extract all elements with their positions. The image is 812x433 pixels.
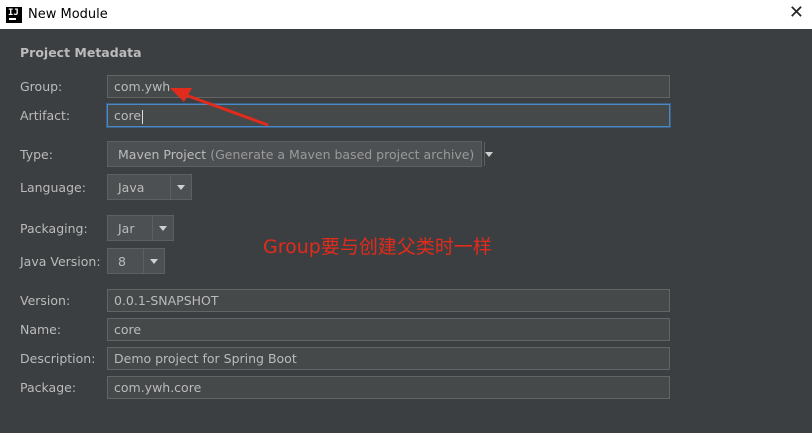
artifact-value: core xyxy=(114,108,142,123)
packaging-value: Jar xyxy=(118,220,135,236)
language-dropdown[interactable]: Java xyxy=(107,174,192,200)
annotation-note: Group要与创建父类时一样 xyxy=(263,236,492,258)
artifact-label: Artifact: xyxy=(20,108,71,123)
chevron-down-icon[interactable] xyxy=(170,175,191,199)
packaging-label: Packaging: xyxy=(20,221,88,236)
description-label: Description: xyxy=(20,351,96,366)
group-field[interactable]: com.ywh xyxy=(107,75,670,98)
type-label: Type: xyxy=(20,147,53,162)
close-icon[interactable]: ✕ xyxy=(789,2,804,24)
chevron-down-icon[interactable] xyxy=(484,142,493,166)
package-value: com.ywh.core xyxy=(114,380,202,395)
java-version-dropdown[interactable]: 8 xyxy=(107,248,165,274)
version-field[interactable]: 0.0.1-SNAPSHOT xyxy=(107,289,670,312)
section-title: Project Metadata xyxy=(20,45,142,60)
type-value: Maven Project xyxy=(118,146,207,162)
package-field[interactable]: com.ywh.core xyxy=(107,376,670,399)
java-version-label: Java Version: xyxy=(20,254,101,269)
group-value: com.ywh xyxy=(114,79,171,94)
description-field[interactable]: Demo project for Spring Boot xyxy=(107,347,670,370)
type-dropdown[interactable]: Maven Project (Generate a Maven based pr… xyxy=(107,141,486,167)
description-value: Demo project for Spring Boot xyxy=(114,351,297,366)
group-label: Group: xyxy=(20,79,63,94)
type-hint: (Generate a Maven based project archive) xyxy=(210,146,475,162)
text-caret xyxy=(142,109,144,124)
name-field[interactable]: core xyxy=(107,318,670,341)
version-value: 0.0.1-SNAPSHOT xyxy=(114,293,219,308)
java-version-value: 8 xyxy=(118,253,126,269)
name-label: Name: xyxy=(20,322,62,337)
packaging-dropdown[interactable]: Jar xyxy=(107,215,174,241)
window-title: New Module xyxy=(28,7,108,22)
name-value: core xyxy=(114,322,142,337)
title-bar: IJ New Module ✕ xyxy=(0,0,812,29)
language-value: Java xyxy=(118,179,145,195)
artifact-field[interactable]: core xyxy=(107,104,670,127)
language-label: Language: xyxy=(20,180,86,195)
version-label: Version: xyxy=(20,293,71,308)
chevron-down-icon[interactable] xyxy=(143,249,164,273)
package-label: Package: xyxy=(20,380,77,395)
intellij-icon: IJ xyxy=(6,6,22,23)
chevron-down-icon[interactable] xyxy=(152,216,173,240)
